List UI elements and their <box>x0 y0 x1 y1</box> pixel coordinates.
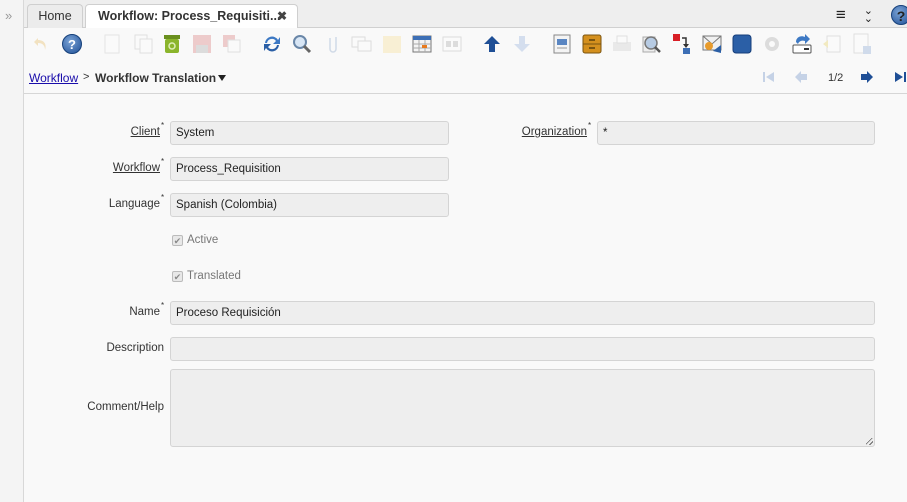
workflow-field[interactable]: Process_Requisition <box>170 157 449 181</box>
client-field[interactable]: System <box>170 121 449 145</box>
new-record-icon[interactable] <box>101 33 123 55</box>
comment-help-label: Comment/Help <box>87 401 164 413</box>
close-icon[interactable]: ✖ <box>277 5 287 27</box>
help-icon[interactable]: ? <box>891 5 907 25</box>
name-required-marker: * <box>161 301 165 310</box>
first-record-icon[interactable] <box>762 70 776 87</box>
organization-label: Organization <box>521 126 587 138</box>
main-window: Home Workflow: Process_Requisiti... ✖ ≡ … <box>24 0 907 502</box>
workflow-label: Workflow <box>112 162 160 174</box>
expand-panel-icon[interactable]: » <box>5 8 12 23</box>
tab-workflow[interactable]: Workflow: Process_Requisiti... ✖ <box>85 4 298 29</box>
save-and-new-icon[interactable] <box>221 33 243 55</box>
next-record-icon[interactable] <box>860 70 874 87</box>
record-form: Client * System Organization * * Workflo… <box>24 94 907 502</box>
archive-icon[interactable] <box>581 33 603 55</box>
request-icon[interactable] <box>701 33 723 55</box>
zoom-across-icon[interactable] <box>641 33 663 55</box>
save-icon[interactable] <box>191 33 213 55</box>
breadcrumb-current[interactable]: Workflow Translation <box>95 71 227 85</box>
toolbar: ? <box>24 28 907 60</box>
tab-workflow-label: Workflow: Process_Requisiti... <box>98 9 281 23</box>
client-required-marker: * <box>161 121 165 130</box>
previous-record-icon[interactable] <box>794 70 808 87</box>
translated-checkbox[interactable]: ✔ Translated <box>172 270 241 282</box>
client-label: Client <box>130 126 160 138</box>
language-required-marker: * <box>161 193 165 202</box>
product-info-icon[interactable] <box>731 33 753 55</box>
active-checkbox[interactable]: ✔ Active <box>172 234 218 246</box>
language-label: Language <box>108 198 160 210</box>
quick-form-icon[interactable] <box>851 33 873 55</box>
description-label: Description <box>106 342 164 354</box>
resize-grip-icon[interactable] <box>866 438 873 445</box>
export-icon[interactable] <box>791 33 813 55</box>
detail-record-icon[interactable] <box>511 33 533 55</box>
tab-bar: Home Workflow: Process_Requisiti... ✖ ≡ … <box>24 0 907 29</box>
undo-icon[interactable] <box>30 33 52 55</box>
parent-record-icon[interactable] <box>481 33 503 55</box>
tab-tools: ≡ ⌄ ⌄ ? <box>836 4 907 26</box>
language-field[interactable]: Spanish (Colombia) <box>170 193 449 217</box>
attachment-icon[interactable] <box>321 33 343 55</box>
name-field[interactable]: Proceso Requisición <box>170 301 875 325</box>
name-label: Name <box>129 306 160 318</box>
last-record-icon[interactable] <box>893 70 907 87</box>
breadcrumb: Workflow > Workflow Translation 1/2 <box>24 60 907 94</box>
caret-down-icon <box>218 75 227 81</box>
refresh-icon[interactable] <box>261 33 283 55</box>
organization-required-marker: * <box>588 121 592 130</box>
comment-help-textarea[interactable] <box>170 369 875 447</box>
postit-icon[interactable] <box>381 33 403 55</box>
delete-icon[interactable] <box>161 33 183 55</box>
double-chevron-down-icon[interactable]: ⌄ ⌄ <box>864 6 873 25</box>
print-icon[interactable] <box>611 33 633 55</box>
breadcrumb-separator: > <box>83 71 90 83</box>
multi-view-icon[interactable] <box>441 33 463 55</box>
tab-home[interactable]: Home <box>27 4 83 28</box>
breadcrumb-parent-link[interactable]: Workflow <box>29 71 78 85</box>
translated-label: Translated <box>187 270 241 282</box>
import-icon[interactable] <box>821 33 843 55</box>
checkmark-icon: ✔ <box>172 234 183 246</box>
organization-field[interactable]: * <box>597 121 875 145</box>
tab-home-label: Home <box>38 9 72 23</box>
copy-record-icon[interactable] <box>133 33 155 55</box>
report-icon[interactable] <box>551 33 573 55</box>
workflow-required-marker: * <box>161 157 165 166</box>
find-icon[interactable] <box>291 33 313 55</box>
record-position: 1/2 <box>828 72 844 84</box>
checkmark-icon: ✔ <box>172 270 183 282</box>
grid-toggle-icon[interactable] <box>411 33 433 55</box>
hamburger-icon[interactable]: ≡ <box>836 5 846 25</box>
active-workflows-icon[interactable] <box>671 33 693 55</box>
active-label: Active <box>187 234 219 246</box>
breadcrumb-current-label: Workflow Translation <box>95 71 217 85</box>
chat-icon[interactable] <box>351 33 373 55</box>
description-field[interactable] <box>170 337 875 361</box>
left-panel-strip: » <box>0 0 24 502</box>
process-icon[interactable] <box>761 33 783 55</box>
help-icon[interactable]: ? <box>61 33 83 55</box>
